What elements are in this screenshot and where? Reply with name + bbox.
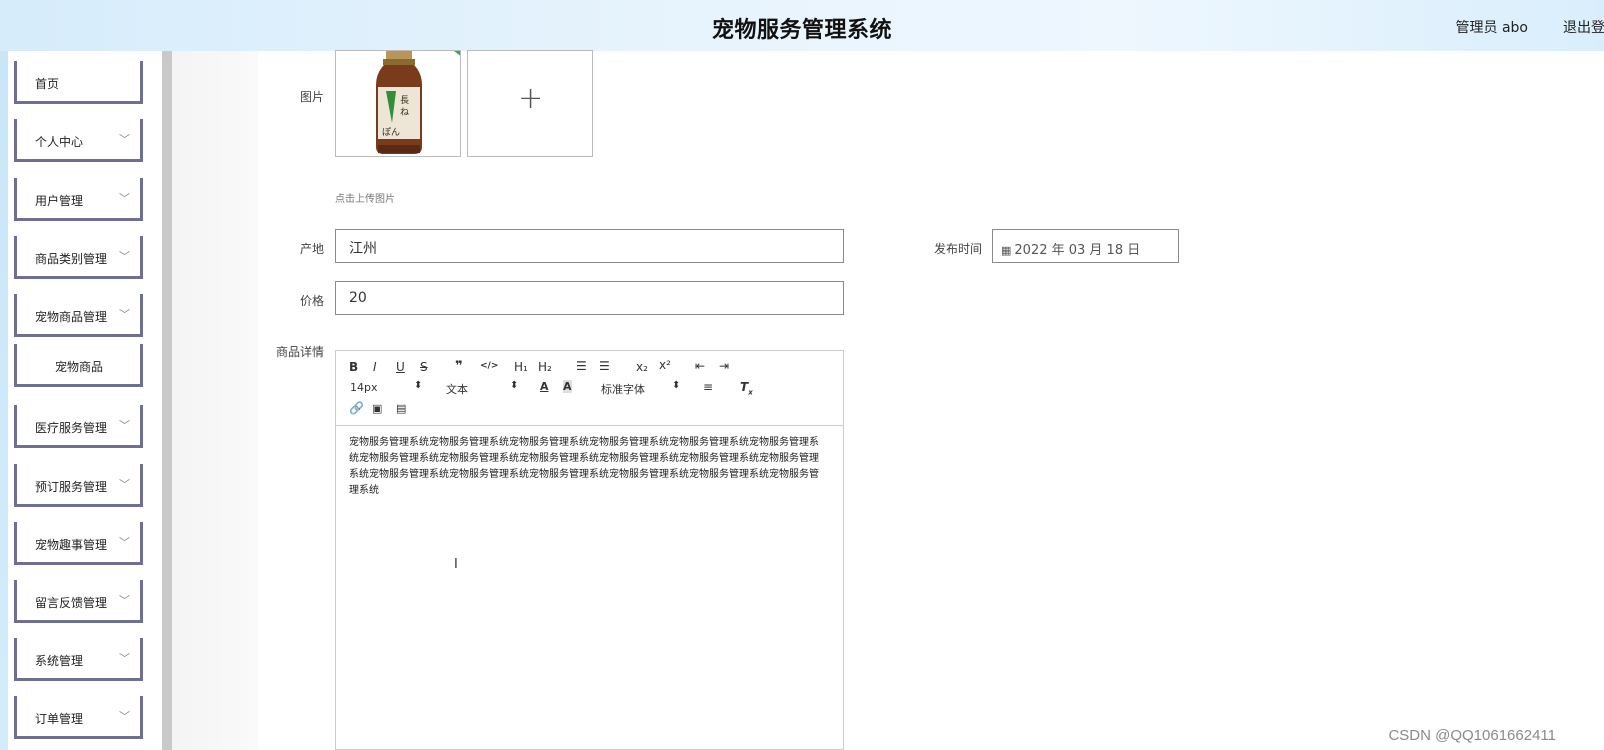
sidebar-item-booking-service[interactable]: 预订服务管理 ﹀ bbox=[14, 464, 143, 507]
editor-content[interactable]: 宠物服务管理系统宠物服务管理系统宠物服务管理系统宠物服务管理系统宠物服务管理系统… bbox=[349, 435, 827, 499]
sidebar-item-system[interactable]: 系统管理 ﹀ bbox=[14, 638, 143, 681]
sidebar-item-label: 订单管理 bbox=[35, 712, 84, 726]
sidebar-item-label: 宠物商品 bbox=[55, 360, 104, 374]
outdent-icon[interactable]: ⇤ bbox=[695, 359, 705, 373]
sidebar-item-label: 留言反馈管理 bbox=[35, 596, 108, 610]
indent-icon[interactable]: ⇥ bbox=[719, 359, 729, 373]
font-size-sort-icon: ⬍ bbox=[414, 380, 423, 391]
heading1-button[interactable]: H₁ bbox=[514, 360, 528, 374]
ordered-list-icon[interactable]: ☰ bbox=[576, 359, 587, 373]
sidebar-item-label: 医疗服务管理 bbox=[35, 421, 108, 435]
clear-format-icon[interactable]: Tx bbox=[740, 380, 753, 396]
sidebar-item-label: 预订服务管理 bbox=[35, 480, 108, 494]
code-block-icon[interactable]: </> bbox=[480, 361, 498, 371]
background-color-icon[interactable]: A bbox=[563, 380, 572, 393]
sidebar-item-medical-service[interactable]: 医疗服务管理 ﹀ bbox=[14, 405, 143, 448]
font-family-value: 标准字体 bbox=[601, 383, 645, 396]
sidebar-item-pet-goods-management[interactable]: 宠物商品管理 ﹀ bbox=[14, 294, 143, 337]
plus-icon: + bbox=[518, 81, 544, 116]
sidebar-item-pet-stories[interactable]: 宠物趣事管理 ﹀ bbox=[14, 522, 143, 565]
chevron-down-icon: ﹀ bbox=[119, 652, 130, 665]
sidebar-item-label: 系统管理 bbox=[35, 654, 84, 668]
editor-toolbar: B I U S ❞ </> H₁ H₂ ☰ ☰ x₂ x² ⇤ ⇥ 14px ⬍… bbox=[336, 351, 843, 426]
text-style-value: 文本 bbox=[446, 383, 468, 396]
italic-button[interactable]: I bbox=[373, 360, 377, 374]
sidebar-item-label: 用户管理 bbox=[35, 194, 84, 208]
watermark: CSDN @QQ1061662411 bbox=[1388, 727, 1556, 744]
sidebar-item-home[interactable]: 首页 bbox=[14, 61, 143, 104]
chevron-down-icon: ﹀ bbox=[119, 594, 130, 607]
sidebar-item-feedback[interactable]: 留言反馈管理 ﹀ bbox=[14, 580, 143, 623]
sidebar-item-label: 首页 bbox=[35, 77, 60, 91]
chevron-down-icon: ﹀ bbox=[119, 133, 130, 146]
svg-text:ぽん: ぽん bbox=[382, 127, 400, 138]
chevron-down-icon: ﹀ bbox=[119, 478, 130, 491]
font-size-value: 14px bbox=[350, 381, 378, 394]
sidebar-scrollbar[interactable] bbox=[162, 51, 172, 750]
svg-text:長: 長 bbox=[400, 95, 409, 106]
calendar-icon: ▦ bbox=[1001, 244, 1012, 257]
chevron-down-icon: ﹀ bbox=[119, 419, 130, 432]
sidebar-item-label: 商品类别管理 bbox=[35, 252, 108, 266]
price-input[interactable]: 20 bbox=[335, 281, 844, 315]
sidebar-item-label: 个人中心 bbox=[35, 135, 84, 149]
font-color-icon[interactable]: A bbox=[540, 380, 549, 393]
chevron-down-icon: ﹀ bbox=[119, 536, 130, 549]
sidebar-edge bbox=[0, 51, 8, 750]
page-title: 宠物服务管理系统 bbox=[711, 18, 892, 43]
chevron-down-icon: ﹀ bbox=[119, 308, 130, 321]
chevron-down-icon: ﹀ bbox=[119, 250, 130, 263]
publish-time-label: 发布时间 bbox=[933, 242, 982, 256]
sidebar-item-orders[interactable]: 订单管理 ﹀ bbox=[14, 696, 143, 739]
rich-text-editor: B I U S ❞ </> H₁ H₂ ☰ ☰ x₂ x² ⇤ ⇥ 14px ⬍… bbox=[335, 350, 844, 750]
upload-add-button[interactable]: + bbox=[467, 50, 593, 157]
bold-button[interactable]: B bbox=[349, 360, 358, 374]
text-style-sort-icon: ⬍ bbox=[510, 380, 519, 391]
publish-date-input[interactable]: ▦ 2022 年 03 月 18 日 bbox=[992, 229, 1179, 263]
sauce-bottle-image: 長 ね ぽん bbox=[336, 51, 460, 156]
font-family-sort-icon: ⬍ bbox=[672, 380, 681, 391]
sidebar-item-personal-center[interactable]: 个人中心 ﹀ bbox=[14, 119, 143, 162]
chevron-down-icon: ﹀ bbox=[119, 710, 130, 723]
text-style-select[interactable]: 文本 bbox=[446, 381, 468, 397]
font-family-select[interactable]: 标准字体 bbox=[601, 381, 645, 397]
chevron-down-icon: ﹀ bbox=[119, 192, 130, 205]
origin-label: 产地 bbox=[299, 242, 324, 256]
logout-link[interactable]: 退出登录 bbox=[1563, 17, 1604, 37]
font-size-select[interactable]: 14px bbox=[350, 381, 378, 394]
image-icon[interactable]: ▣ bbox=[372, 402, 382, 415]
top-header: 宠物服务管理系统 管理员 abo 退出登录 bbox=[0, 0, 1604, 51]
image-label: 图片 bbox=[299, 90, 324, 104]
sidebar-item-user-management[interactable]: 用户管理 ﹀ bbox=[14, 178, 143, 221]
subscript-button[interactable]: x₂ bbox=[636, 360, 648, 374]
sidebar-item-label: 宠物趣事管理 bbox=[35, 538, 108, 552]
publish-date-value: 2022 年 03 月 18 日 bbox=[1014, 243, 1141, 258]
link-icon[interactable]: 🔗 bbox=[349, 401, 364, 415]
sidebar-item-category-management[interactable]: 商品类别管理 ﹀ bbox=[14, 236, 143, 279]
blockquote-icon[interactable]: ❞ bbox=[455, 359, 463, 374]
price-label: 价格 bbox=[299, 294, 324, 308]
main-content: 图片 長 ね ぽん + 点击上传图片 产地 江州 发布时间 ▦ 2022 年 03… bbox=[172, 50, 1604, 750]
detail-label: 商品详情 bbox=[275, 345, 324, 359]
origin-input[interactable]: 江州 bbox=[335, 229, 844, 263]
content-left-fade bbox=[172, 51, 258, 750]
upload-hint: 点击上传图片 bbox=[335, 194, 395, 205]
sidebar-item-label: 宠物商品管理 bbox=[35, 310, 108, 324]
heading2-button[interactable]: H₂ bbox=[538, 360, 552, 374]
sidebar-item-pet-goods[interactable]: 宠物商品 bbox=[14, 344, 143, 387]
sidebar: 首页 个人中心 ﹀ 用户管理 ﹀ 商品类别管理 ﹀ 宠物商品管理 ﹀ 宠物商品 … bbox=[0, 51, 172, 750]
uploaded-image-thumbnail[interactable]: 長 ね ぽん bbox=[335, 50, 461, 157]
text-cursor-icon: I bbox=[454, 557, 458, 572]
bullet-list-icon[interactable]: ☰ bbox=[599, 359, 610, 373]
superscript-button[interactable]: x² bbox=[659, 358, 671, 372]
svg-text:ね: ね bbox=[400, 107, 409, 118]
underline-button[interactable]: U bbox=[396, 360, 405, 374]
admin-user-label: 管理员 abo bbox=[1455, 20, 1528, 36]
strikethrough-button[interactable]: S bbox=[420, 360, 428, 374]
align-left-icon[interactable]: ≡ bbox=[703, 380, 713, 394]
video-icon[interactable]: ▤ bbox=[396, 402, 406, 415]
